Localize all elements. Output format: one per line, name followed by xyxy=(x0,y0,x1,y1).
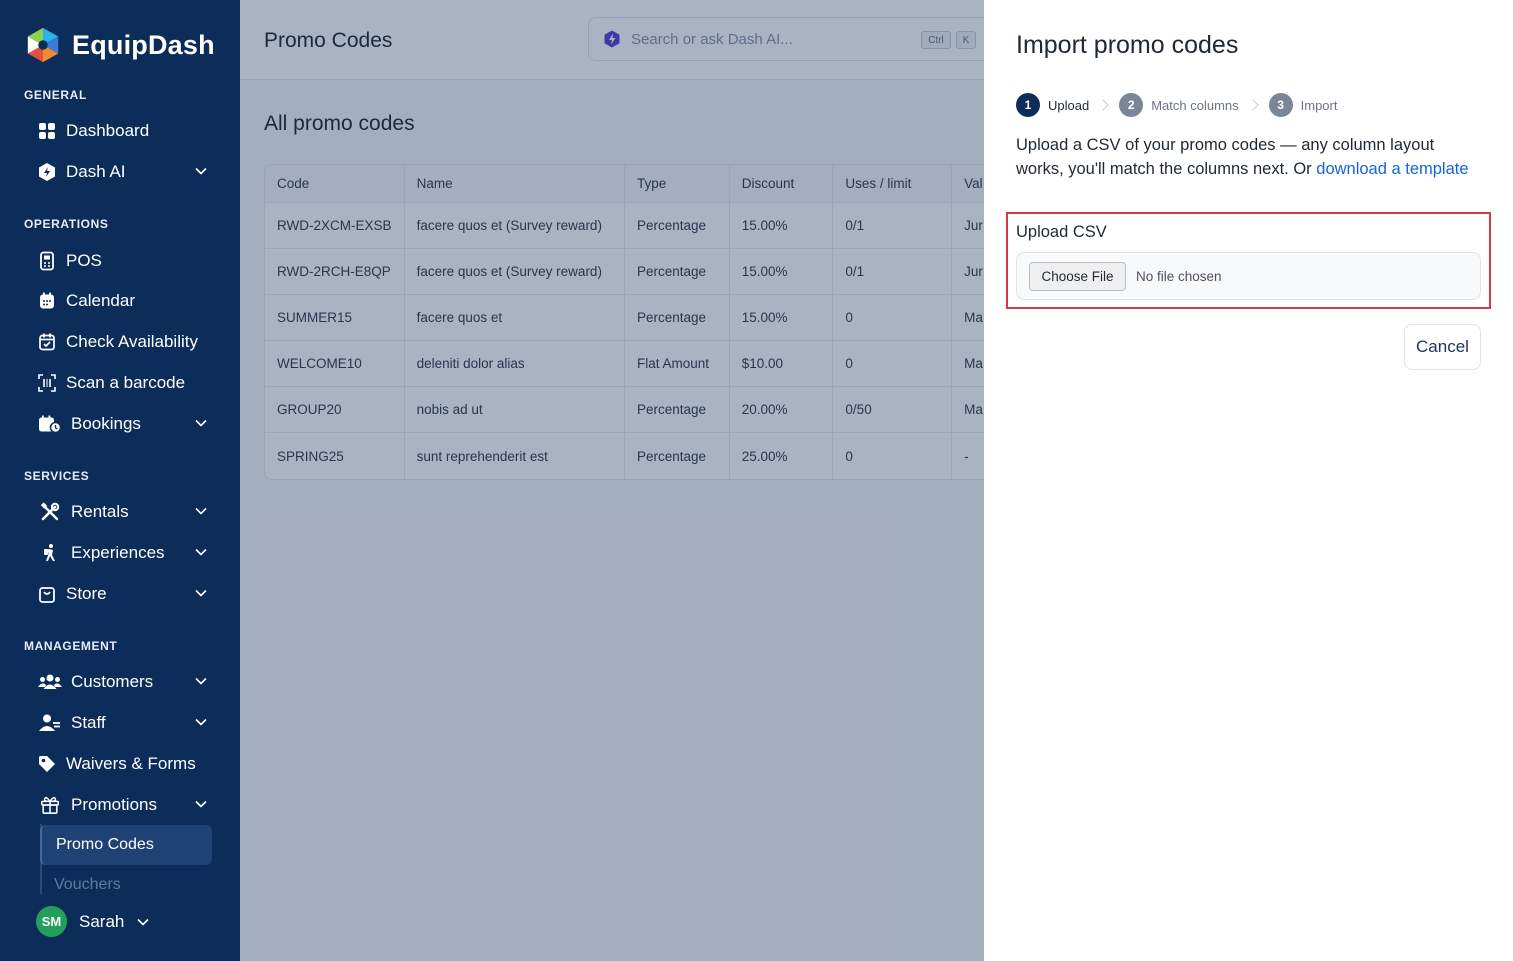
chevron-right-icon xyxy=(1097,99,1109,111)
sidebar-item-scan-barcode[interactable]: Scan a barcode xyxy=(24,365,216,401)
chevron-down-icon xyxy=(137,918,149,926)
step-label: Upload xyxy=(1048,97,1090,113)
step-upload: 1 Upload xyxy=(1016,93,1089,117)
section-management: MANAGEMENT xyxy=(24,639,118,653)
section-operations: OPERATIONS xyxy=(24,217,109,231)
equipdash-logo-icon xyxy=(27,27,59,63)
chevron-down-icon xyxy=(195,677,207,685)
staff-icon xyxy=(36,712,63,734)
tools-icon xyxy=(36,501,63,523)
sidebar-item-label: POS xyxy=(66,251,102,270)
brand-name: EquipDash xyxy=(72,29,215,60)
sidebar-item-label: Dash AI xyxy=(66,162,126,181)
sidebar-item-label: Experiences xyxy=(71,543,165,562)
section-general: GENERAL xyxy=(24,88,87,102)
sidebar-item-customers[interactable]: Customers xyxy=(24,664,216,700)
choose-file-button[interactable]: Choose File xyxy=(1029,261,1126,291)
sidebar-item-label: Rentals xyxy=(71,502,129,521)
cancel-button[interactable]: Cancel xyxy=(1404,324,1481,370)
step-number: 1 xyxy=(1016,93,1040,117)
modal-backdrop[interactable] xyxy=(240,0,984,961)
pos-terminal-icon xyxy=(36,250,58,272)
sidebar-item-experiences[interactable]: Experiences xyxy=(24,535,216,571)
chevron-down-icon xyxy=(195,167,207,175)
tag-icon xyxy=(36,753,58,775)
sidebar-subitem-promo-codes[interactable]: Promo Codes xyxy=(40,825,212,865)
sidebar-item-label: Scan a barcode xyxy=(66,373,186,392)
ai-hexagon-icon xyxy=(36,161,58,183)
users-group-icon xyxy=(36,671,63,693)
sidebar: EquipDash GENERAL Dashboard Dash AI OPER… xyxy=(0,0,240,961)
sidebar-item-label: Store xyxy=(66,584,107,603)
sidebar-item-label: Staff xyxy=(71,713,106,732)
calendar-check-icon xyxy=(36,331,58,353)
gift-icon xyxy=(36,794,63,816)
chevron-down-icon xyxy=(195,718,207,726)
calendar-clock-icon xyxy=(36,413,63,435)
sidebar-item-check-availability[interactable]: Check Availability xyxy=(24,324,216,360)
hiker-icon xyxy=(36,542,63,564)
user-name: Sarah xyxy=(79,911,125,931)
chevron-right-icon xyxy=(1246,99,1259,111)
chevron-down-icon xyxy=(195,419,207,427)
sidebar-item-waivers-forms[interactable]: Waivers & Forms xyxy=(24,746,216,782)
sidebar-item-label: Customers xyxy=(71,672,154,691)
stepper: 1 Upload 2 Match columns 3 Import xyxy=(1016,93,1337,117)
sidebar-item-label: Check Availability xyxy=(66,332,198,351)
grid-icon xyxy=(36,120,58,142)
sidebar-item-pos[interactable]: POS xyxy=(24,243,216,279)
sidebar-item-staff[interactable]: Staff xyxy=(24,705,216,741)
brand[interactable]: EquipDash xyxy=(24,26,215,64)
file-status: No file chosen xyxy=(1136,268,1222,284)
sidebar-item-bookings[interactable]: Bookings xyxy=(24,406,216,442)
sidebar-item-label: Dashboard xyxy=(66,121,150,140)
step-label: Match columns xyxy=(1151,97,1239,113)
chevron-down-icon xyxy=(195,589,207,597)
sidebar-item-label: Promotions xyxy=(71,795,157,814)
drawer-title: Import promo codes xyxy=(1016,31,1239,59)
chevron-down-icon xyxy=(195,548,207,556)
upload-csv-label: Upload CSV xyxy=(1016,223,1107,241)
step-label: Import xyxy=(1300,97,1338,113)
step-number: 2 xyxy=(1119,93,1144,117)
sidebar-item-label: Bookings xyxy=(71,414,141,433)
sidebar-item-store[interactable]: Store xyxy=(24,576,216,612)
sidebar-item-dashboard[interactable]: Dashboard xyxy=(24,113,216,149)
chevron-down-icon xyxy=(195,800,207,808)
sidebar-subitem-vouchers[interactable]: Vouchers xyxy=(40,866,212,904)
sidebar-item-calendar[interactable]: Calendar xyxy=(24,283,216,319)
sidebar-item-label: Calendar xyxy=(66,291,135,310)
intro-text: Upload a CSV of your promo codes — any c… xyxy=(1016,133,1476,181)
file-input[interactable]: Choose File No file chosen xyxy=(1016,252,1481,300)
calendar-icon xyxy=(36,290,58,312)
step-import: 3 Import xyxy=(1268,93,1338,117)
sidebar-item-dash-ai[interactable]: Dash AI xyxy=(24,154,216,190)
sidebar-item-promotions[interactable]: Promotions xyxy=(24,787,216,823)
step-match-columns: 2 Match columns xyxy=(1119,93,1239,117)
shopping-bag-icon xyxy=(36,583,58,605)
barcode-scan-icon xyxy=(36,372,58,394)
avatar: SM xyxy=(36,906,67,937)
sidebar-item-label: Waivers & Forms xyxy=(66,754,196,773)
download-template-link[interactable]: download a template xyxy=(1316,160,1468,178)
section-services: SERVICES xyxy=(24,469,90,483)
user-menu[interactable]: SM Sarah xyxy=(36,906,151,937)
chevron-down-icon xyxy=(195,507,207,515)
import-drawer: Import promo codes 1 Upload 2 Match colu… xyxy=(984,0,1513,961)
sidebar-item-rentals[interactable]: Rentals xyxy=(24,494,216,530)
step-number: 3 xyxy=(1268,93,1293,117)
